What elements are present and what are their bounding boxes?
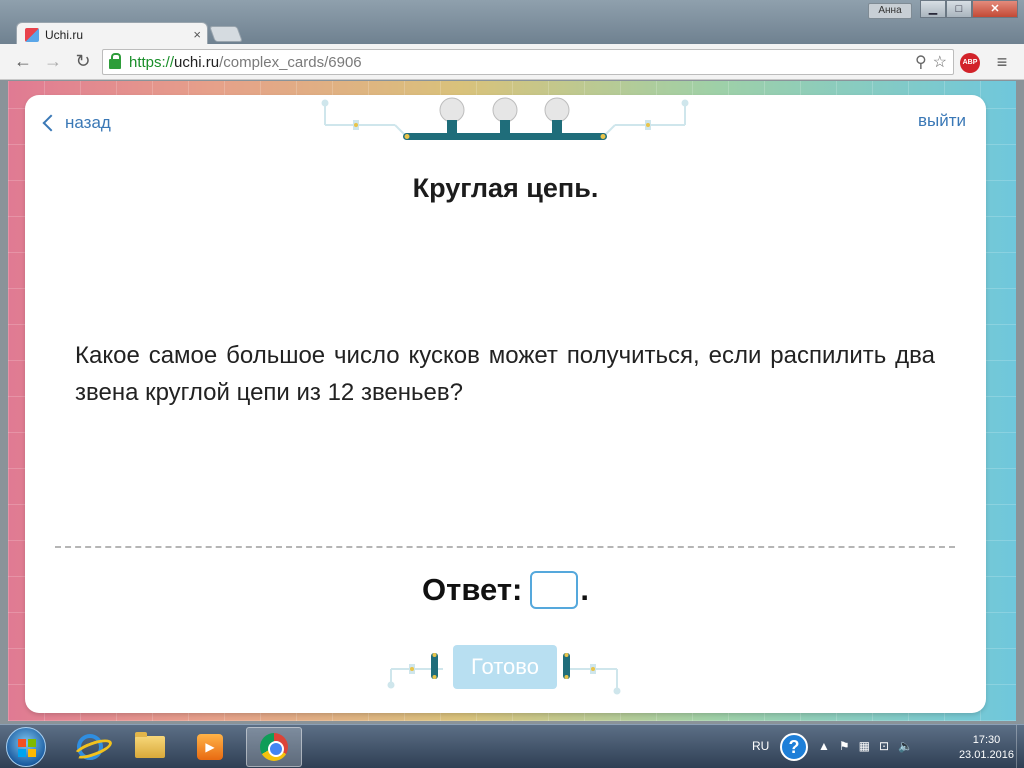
answer-row: Ответ: .: [25, 571, 986, 609]
forward-arrow-icon[interactable]: →: [42, 50, 64, 72]
back-arrow-icon[interactable]: ←: [12, 50, 34, 72]
start-button[interactable]: [6, 727, 46, 767]
minimize-button[interactable]: ▁: [920, 0, 946, 18]
adblock-plus-icon[interactable]: ABP: [960, 53, 980, 73]
chrome-icon: [260, 733, 288, 761]
clock-date: 23.01.2016: [958, 749, 1014, 761]
taskbar-internet-explorer[interactable]: [62, 727, 118, 767]
lock-icon: [109, 53, 121, 69]
action-center-flag-icon[interactable]: ⚑: [839, 739, 850, 753]
clock-time: 17:30: [972, 734, 1001, 746]
answer-period: .: [580, 572, 589, 607]
task-title: Круглая цепь.: [412, 173, 599, 203]
ready-area: Готово: [387, 643, 627, 703]
taskbar-media-player[interactable]: ▶: [182, 727, 238, 767]
url-host: uchi.ru: [174, 53, 220, 71]
ready-button[interactable]: Готово: [453, 645, 557, 689]
new-tab-button[interactable]: [209, 26, 243, 42]
chevron-left-icon: [42, 114, 60, 132]
tab-close-icon[interactable]: ×: [193, 27, 201, 42]
exit-link[interactable]: выйти: [918, 111, 966, 131]
show-desktop-button[interactable]: [1016, 725, 1024, 768]
url-path: /complex_cards/6906: [219, 53, 362, 71]
address-bar[interactable]: https:// uchi.ru /complex_cards/6906 ⚲ ☆: [102, 49, 954, 75]
taskbar-chrome[interactable]: [246, 727, 302, 767]
uchi-favicon-icon: [25, 27, 39, 42]
language-indicator[interactable]: RU: [752, 739, 769, 753]
light-bulbs-circuit-icon: [321, 97, 689, 140]
volume-icon[interactable]: 🔈: [898, 739, 913, 753]
windows-taskbar: ▶ RU ? ▲ ⚑ ▦ ⊡ 🔈 17:30 23.01.2016: [0, 724, 1024, 768]
close-window-button[interactable]: ✕: [972, 0, 1018, 18]
profile-button[interactable]: Анна: [868, 3, 912, 19]
network-icon[interactable]: ⊡: [879, 739, 889, 753]
clock[interactable]: 17:30 23.01.2016: [959, 733, 1014, 763]
tray-icons: ▲ ⚑ ▦ ⊡ 🔈: [818, 739, 913, 753]
back-link-label: назад: [65, 113, 111, 132]
tab-title: Uchi.ru: [45, 27, 84, 42]
show-hidden-icons-icon[interactable]: ▲: [818, 739, 830, 753]
reload-icon[interactable]: ↻: [72, 50, 94, 72]
media-player-icon: ▶: [197, 734, 223, 760]
maximize-button[interactable]: □: [946, 0, 972, 18]
task-question: Какое самое большое число кусков может п…: [75, 342, 935, 406]
window-controls: ▁ □ ✕: [920, 0, 1018, 18]
bookmark-star-icon[interactable]: ☆: [933, 52, 947, 72]
answer-input[interactable]: [530, 571, 579, 609]
windows-flag-icon[interactable]: ▦: [859, 739, 870, 753]
folder-icon: [135, 732, 165, 758]
dashed-divider: [55, 546, 955, 548]
back-link[interactable]: назад: [42, 111, 111, 135]
browser-toolbar: ← → ↻ https:// uchi.ru /complex_cards/69…: [0, 44, 1024, 80]
task-card: назад выйти Круглая цепь. Какое самое бо…: [25, 95, 986, 713]
answer-label: Ответ:: [422, 572, 523, 607]
url-scheme: https://: [129, 53, 175, 71]
taskbar-explorer[interactable]: [122, 727, 178, 767]
browser-tab[interactable]: Uchi.ru ×: [16, 22, 208, 46]
help-icon[interactable]: ?: [780, 733, 808, 761]
internet-explorer-icon: [77, 734, 103, 760]
browser-menu-icon[interactable]: ≡: [992, 52, 1012, 72]
window-titlebar: Uchi.ru × Анна ▁ □ ✕: [0, 0, 1024, 46]
system-tray: RU ? ▲ ⚑ ▦ ⊡ 🔈 17:30 23.01.2016: [734, 725, 1024, 768]
zoom-icon[interactable]: ⚲: [915, 52, 927, 72]
